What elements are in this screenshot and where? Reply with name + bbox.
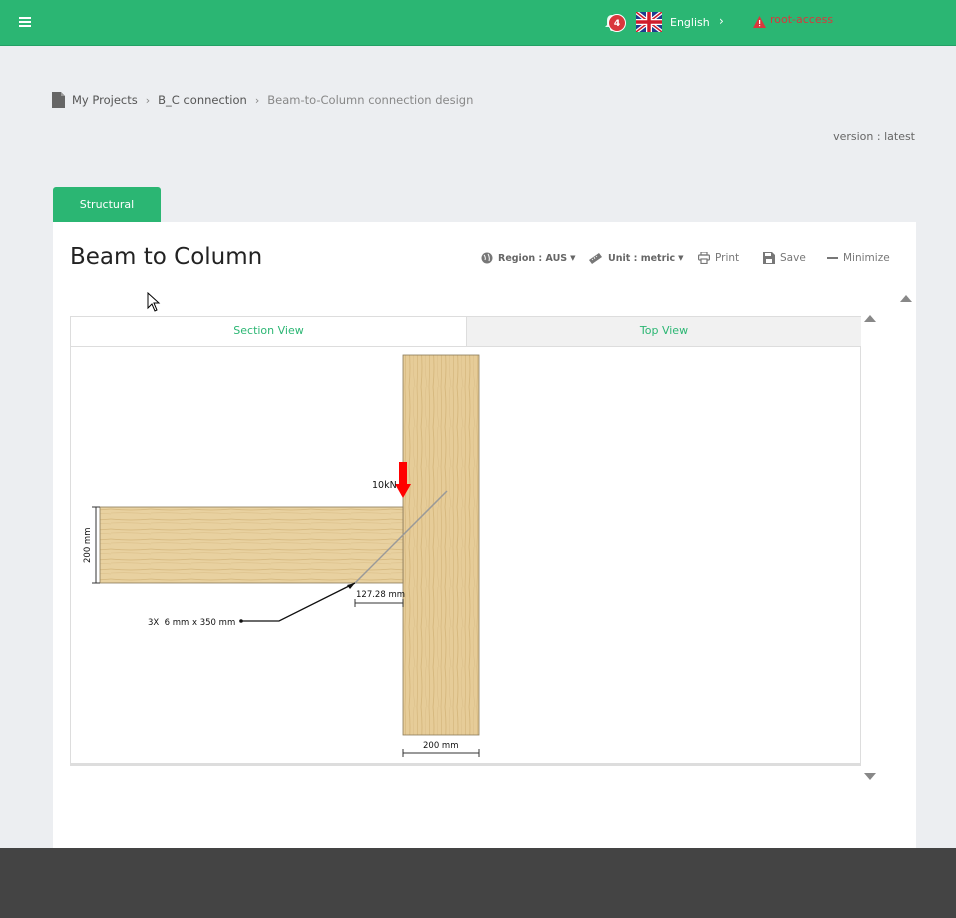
breadcrumb-bc-connection[interactable]: B_C connection	[158, 93, 247, 107]
caret-down-icon: ▼	[678, 254, 684, 262]
tab-top-view[interactable]: Top View	[466, 317, 861, 347]
warning-icon	[753, 13, 766, 28]
panel-scroll-down-icon[interactable]	[864, 773, 876, 780]
tab-structural[interactable]: Structural	[53, 187, 161, 222]
save-icon	[763, 252, 775, 264]
offset-label: 127.28 mm	[356, 590, 405, 600]
fastener-leader-line	[241, 582, 356, 622]
breadcrumb-my-projects[interactable]: My Projects	[72, 93, 138, 107]
column-width-label: 200 mm	[423, 741, 459, 751]
design-card: Beam to Column Region : AUS ▼ Unit : metr…	[53, 222, 916, 848]
view-panel: Section View Top View 10kN 200 mm 127.28…	[70, 315, 876, 780]
leader-dot	[239, 619, 243, 623]
menu-icon[interactable]	[19, 17, 31, 27]
region-label: Region : AUS	[498, 252, 568, 264]
section-view-drawing: 10kN 200 mm 127.28 mm 3X 6 mm x 350 mm 2…	[83, 354, 480, 757]
notification-badge[interactable]: 4	[608, 14, 626, 32]
top-bar: 4 English › root-access	[0, 0, 956, 46]
minimize-label: Minimize	[843, 252, 890, 264]
breadcrumb-current: Beam-to-Column connection design	[267, 93, 474, 107]
unit-dropdown[interactable]: Unit : metric ▼	[588, 252, 684, 264]
beam-member	[99, 506, 404, 584]
print-icon	[698, 252, 710, 264]
fastener-spec-label: 3X 6 mm x 350 mm	[148, 618, 235, 628]
user-account-link[interactable]: root-access	[770, 13, 833, 26]
uk-flag-icon[interactable]	[634, 10, 664, 34]
scroll-up-icon[interactable]	[900, 295, 912, 302]
caret-down-icon: ▼	[570, 254, 576, 262]
footer-bar	[0, 848, 956, 918]
save-button[interactable]: Save	[763, 252, 806, 264]
panel-scroll-up-icon[interactable]	[864, 315, 876, 322]
mouse-pointer-icon	[147, 292, 161, 312]
ruler-icon	[589, 253, 602, 264]
globe-icon	[481, 252, 493, 264]
breadcrumb: My Projects › B_C connection › Beam-to-C…	[52, 91, 473, 109]
beam-depth-label: 200 mm	[83, 528, 93, 564]
version-info: version : latest	[833, 130, 915, 143]
chevron-right-icon: ›	[145, 93, 151, 107]
minus-icon	[827, 257, 838, 259]
version-value: latest	[884, 130, 915, 143]
chevron-right-icon[interactable]: ›	[719, 14, 724, 28]
leader-arrowhead	[347, 583, 355, 589]
load-label: 10kN	[372, 480, 397, 491]
tab-section-view[interactable]: Section View	[71, 317, 466, 347]
column-member	[402, 354, 480, 736]
unit-label: Unit : metric	[608, 252, 676, 264]
chevron-right-icon: ›	[254, 93, 260, 107]
print-label: Print	[715, 252, 740, 264]
language-selector[interactable]: English	[670, 16, 710, 29]
region-dropdown[interactable]: Region : AUS ▼	[481, 252, 576, 264]
minimize-button[interactable]: Minimize	[827, 252, 890, 264]
save-label: Save	[780, 252, 806, 264]
print-button[interactable]: Print	[698, 252, 739, 264]
version-label: version :	[833, 130, 881, 143]
document-icon	[52, 92, 65, 108]
page-title: Beam to Column	[70, 244, 263, 270]
